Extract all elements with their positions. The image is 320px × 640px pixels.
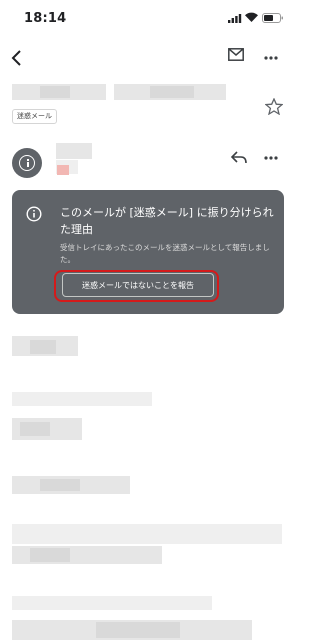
blurred-body-line bbox=[12, 596, 212, 610]
blurred-body-line bbox=[30, 548, 70, 562]
battery-icon bbox=[262, 13, 283, 23]
blurred-body-line bbox=[12, 524, 282, 544]
sender-avatar[interactable] bbox=[12, 148, 42, 178]
blurred-body-line bbox=[96, 622, 180, 638]
more-icon[interactable] bbox=[264, 56, 278, 60]
status-time: 18:14 bbox=[24, 11, 67, 26]
blurred-recipient bbox=[57, 165, 69, 175]
more-icon[interactable] bbox=[264, 156, 278, 160]
info-icon bbox=[19, 155, 35, 171]
highlight-annotation bbox=[54, 270, 219, 302]
blurred-subject bbox=[40, 86, 70, 98]
blurred-body-line bbox=[20, 422, 50, 436]
blurred-sender-name bbox=[56, 143, 92, 159]
blurred-body-line bbox=[12, 392, 152, 406]
star-icon[interactable] bbox=[265, 98, 283, 115]
spam-reason-description: 受信トレイにあったこのメールを迷惑メールとして報告しました。 bbox=[60, 243, 270, 264]
blurred-body-line bbox=[30, 340, 56, 354]
spam-reason-title: このメールが [迷惑メール] に振り分けられた理由 bbox=[60, 206, 274, 236]
back-icon[interactable] bbox=[6, 46, 28, 70]
info-icon bbox=[26, 206, 42, 222]
status-bar: 18:14 bbox=[0, 0, 296, 36]
mail-icon[interactable] bbox=[228, 48, 244, 61]
spam-label-chip[interactable]: 迷惑メール bbox=[12, 109, 57, 124]
top-app-bar bbox=[0, 40, 296, 76]
blurred-body-line bbox=[40, 479, 80, 491]
blurred-subject bbox=[150, 86, 194, 98]
wifi-icon bbox=[245, 12, 258, 22]
signal-icon bbox=[228, 14, 242, 23]
reply-icon[interactable] bbox=[230, 150, 248, 164]
